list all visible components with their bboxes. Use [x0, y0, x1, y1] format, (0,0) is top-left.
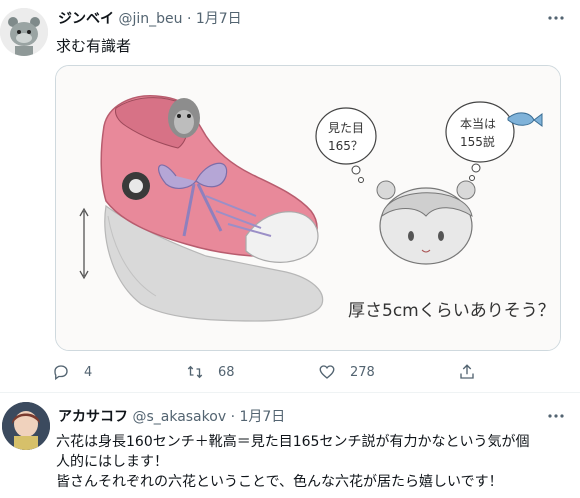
reply-count: 4 [84, 364, 93, 380]
handle[interactable]: @jin_beu [118, 11, 182, 27]
handle[interactable]: @s_akasakov [132, 409, 226, 425]
tweet-text-line: 人的にはします！ [56, 454, 168, 470]
avatar-image [2, 402, 50, 450]
tweet-header: アカサコフ @s_akasakov · 1月7日 [58, 406, 285, 426]
more-button[interactable] [546, 406, 566, 426]
tweet-1[interactable]: ジンベイ @jin_beu · 1月7日 求む有識者 見た目 165？ 本当は … [0, 0, 580, 392]
avatar[interactable] [2, 402, 50, 450]
retweet-icon [187, 365, 203, 379]
tweet-text-line: 皆さんそれぞれの六花ということで、色んな六花が居たら嬉しいです！ [56, 474, 503, 490]
tweet-2[interactable]: アカサコフ @s_akasakov · 1月7日 六花は身長160センチ＋靴高＝… [0, 393, 580, 498]
like-button[interactable]: 278 [318, 360, 375, 384]
like-icon [319, 365, 335, 379]
timestamp[interactable]: 1月7日 [196, 11, 242, 27]
tweet-image[interactable]: 見た目 165？ 本当は 155説 厚さ5cmくらいありそう？ [55, 65, 561, 351]
reply-icon [54, 365, 68, 381]
more-icon [548, 16, 564, 20]
retweet-count: 68 [218, 364, 235, 380]
retweet-button[interactable]: 68 [186, 360, 235, 384]
more-icon [548, 414, 564, 418]
display-name[interactable]: アカサコフ [58, 409, 128, 425]
share-button[interactable] [458, 360, 490, 384]
image-caption: 厚さ5cmくらいありそう？ [348, 301, 555, 321]
display-name[interactable]: ジンベイ [58, 11, 114, 27]
more-button[interactable] [546, 8, 566, 28]
bubble-right-line1: 本当は [460, 117, 496, 131]
tweet-text: 求む有識者 [56, 37, 132, 55]
tweet-text-line: 六花は身長160センチ＋靴高＝見た目165センチ説が有力かなという気が個 [56, 434, 530, 450]
tweet-actions: 4 68 278 [52, 360, 492, 384]
separator: · [186, 11, 192, 27]
bubble-left-line2: 165？ [328, 139, 363, 153]
bubble-right-line2: 155説 [460, 134, 495, 149]
avatar-image [0, 8, 48, 56]
separator: · [230, 409, 236, 425]
reply-button[interactable]: 4 [52, 360, 92, 384]
timestamp[interactable]: 1月7日 [239, 409, 285, 425]
illustration: 見た目 165？ 本当は 155説 厚さ5cmくらいありそう？ [56, 66, 560, 350]
avatar[interactable] [0, 8, 48, 56]
tweet-header: ジンベイ @jin_beu · 1月7日 [58, 8, 242, 28]
like-count: 278 [350, 364, 375, 380]
bubble-left-line1: 見た目 [328, 121, 364, 135]
tweet-text: 六花は身長160センチ＋靴高＝見た目165センチ説が有力かなという気が個 人的に… [56, 432, 576, 492]
share-icon [460, 364, 474, 379]
